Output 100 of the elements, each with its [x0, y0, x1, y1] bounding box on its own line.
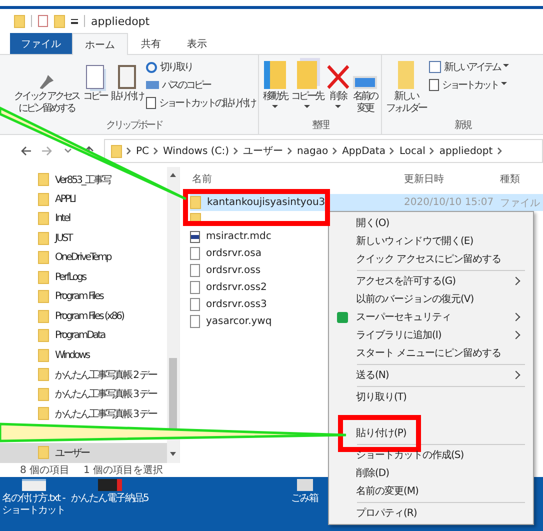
file-row[interactable]: yasarcor.ywq — [190, 313, 272, 330]
nav-item[interactable]: Program Files — [0, 287, 167, 306]
column-header[interactable]: 種類 — [500, 172, 520, 186]
menu-item[interactable]: 貼り付け(P) — [329, 424, 533, 442]
file-name: ordsrvr.oss2 — [206, 282, 267, 293]
ribbon-button[interactable]: ショートカットの貼り付け — [146, 96, 256, 110]
chevron-icon — [332, 147, 338, 155]
shield-icon — [337, 312, 348, 322]
menu-item[interactable]: ライブラリに追加(I) — [329, 326, 533, 344]
file-icon — [190, 247, 200, 260]
nav-item[interactable]: ProgramData — [0, 326, 167, 346]
menu-item[interactable]: スーパーセキュリティ — [329, 308, 533, 326]
file-row[interactable]: ordsrvr.oss3 — [190, 296, 267, 313]
file-date: 2020/10/10 15:07 — [404, 197, 495, 208]
chevron-icon — [233, 147, 239, 155]
menu-item[interactable]: クイック アクセスにピン留めする — [329, 250, 533, 268]
folder-icon — [38, 212, 49, 226]
ribbon-button[interactable]: 新しいアイテム — [429, 60, 510, 74]
breadcrumb[interactable]: ユーザー — [243, 144, 283, 158]
breadcrumb[interactable]: AppData — [342, 146, 386, 156]
menu-item[interactable]: 新しいウィンドウで開く(E) — [329, 232, 533, 250]
column-header[interactable]: 更新日時 — [404, 172, 500, 186]
recycle-bin-icon — [296, 479, 312, 491]
file-name: ordsrvr.oss3 — [206, 299, 267, 310]
file-row[interactable]: kantankoujisyasintyou3 2020/10/10 15:07 ファイル — [190, 194, 543, 211]
nav-item[interactable]: かんたん工事写真帳 2 デー — [0, 365, 167, 384]
nav-item[interactable]: JUST — [0, 228, 167, 248]
ribbon-button[interactable]: 移動先 — [262, 58, 288, 118]
menu-item[interactable]: 切り取り(T) — [329, 388, 533, 406]
folder-icon — [38, 446, 49, 460]
item-count: 8 個の項目 — [20, 464, 70, 477]
ribbon-tab[interactable]: ホーム — [72, 33, 128, 55]
folder-icon — [38, 388, 49, 401]
nav-item[interactable]: ユーザー — [0, 443, 167, 462]
nav-item[interactable]: OneDriveTemp — [0, 248, 167, 268]
folder-icon — [111, 144, 122, 158]
nav-item[interactable]: Intel — [0, 209, 167, 228]
rename-icon — [353, 76, 378, 89]
chevron-icon — [126, 147, 132, 155]
copy-icon — [86, 65, 104, 89]
scrollbar[interactable] — [167, 167, 179, 463]
menu-item[interactable]: アクセスを許可する(G) — [329, 272, 533, 290]
folder-icon — [38, 290, 49, 304]
ribbon-tab[interactable]: 共有 — [128, 33, 174, 54]
nav-item[interactable]: Windows — [0, 346, 167, 365]
folder-icon — [38, 173, 49, 186]
ribbon-button[interactable]: 削除 — [326, 58, 350, 118]
file-name: yasarcor.ywq — [206, 316, 272, 327]
folder-icon — [38, 270, 49, 284]
menu-item[interactable]: 送る(N) — [329, 366, 533, 384]
ribbon-button[interactable]: コピー先 — [290, 58, 324, 118]
folder-icon — [190, 196, 201, 209]
file-row[interactable]: msiractr.mdc — [190, 228, 272, 245]
nav-item[interactable]: かんたん工事写真帳 3 デー — [0, 384, 167, 404]
chevron-icon — [389, 147, 396, 155]
file-row[interactable]: ordsrvr.oss2 — [190, 279, 267, 296]
ribbon-button[interactable]: パスのコピー — [146, 78, 256, 92]
menu-item[interactable]: 名前の変更(M) — [329, 482, 533, 500]
file-menu-tab[interactable]: ファイル — [10, 33, 72, 54]
ribbon-tab[interactable]: 表示 — [174, 33, 220, 54]
file-row[interactable]: ordsrvr.oss — [190, 262, 261, 279]
folder-icon — [38, 232, 49, 245]
file-name: kantankoujisyasintyou3 — [207, 197, 326, 208]
breadcrumb[interactable]: PC — [136, 146, 150, 156]
file-name: msiractr.mdc — [206, 231, 272, 242]
menu-item[interactable]: 削除(D) — [329, 464, 533, 482]
folder-icon — [398, 61, 414, 89]
ribbon-button[interactable]: コピー — [82, 58, 108, 118]
menu-item[interactable]: ショートカットの作成(S) — [329, 446, 533, 464]
chevron-icon — [153, 147, 160, 155]
menu-item[interactable]: 以前のバージョンの復元(V) — [329, 290, 533, 308]
column-header[interactable]: 名前 — [190, 172, 404, 186]
nav-item[interactable]: APPLI — [0, 190, 167, 209]
breadcrumb[interactable]: Local — [399, 146, 426, 156]
breadcrumb[interactable]: Windows (C:) — [163, 146, 229, 156]
breadcrumb[interactable]: nagao — [297, 146, 328, 156]
menu-item[interactable]: プロパティ(R) — [329, 504, 533, 522]
folder-icon — [38, 310, 49, 323]
group-label: 整理 — [312, 119, 328, 132]
ribbon-button[interactable]: 新しい フォルダー — [385, 58, 428, 118]
breadcrumb[interactable]: appliedopt — [439, 146, 493, 156]
nav-item[interactable]: Ver853_工事写 — [0, 170, 167, 190]
nav-item[interactable]: Program Files (x86) — [0, 306, 167, 326]
ribbon-button[interactable]: 貼り付け — [110, 58, 144, 118]
back-arrow-icon[interactable] — [20, 145, 32, 157]
ribbon-button[interactable]: 名前の 変更 — [352, 58, 378, 118]
nav-item[interactable]: PerfLogs — [0, 268, 167, 287]
menu-item[interactable]: スタート メニューにピン留めする — [329, 344, 533, 362]
ribbon-button[interactable]: ショートカット — [429, 78, 510, 92]
menu-item[interactable]: 開く(O) — [329, 214, 533, 232]
address-bar[interactable]: PC Windows (C:) ユーザー nagao AppData Local appliedopt — [104, 139, 543, 163]
nav-item[interactable]: かんたん工事写真帳 3 デー — [0, 404, 167, 424]
folder-copy-icon — [297, 61, 318, 89]
chevron-icon — [429, 147, 436, 155]
file-icon — [190, 315, 200, 328]
folder-icon — [38, 251, 49, 264]
file-row[interactable]: ordsrvr.osa — [190, 245, 262, 262]
ribbon-button[interactable]: 切り取り — [146, 60, 256, 74]
dropdown-icon[interactable] — [71, 18, 78, 24]
document-icon — [190, 230, 200, 242]
